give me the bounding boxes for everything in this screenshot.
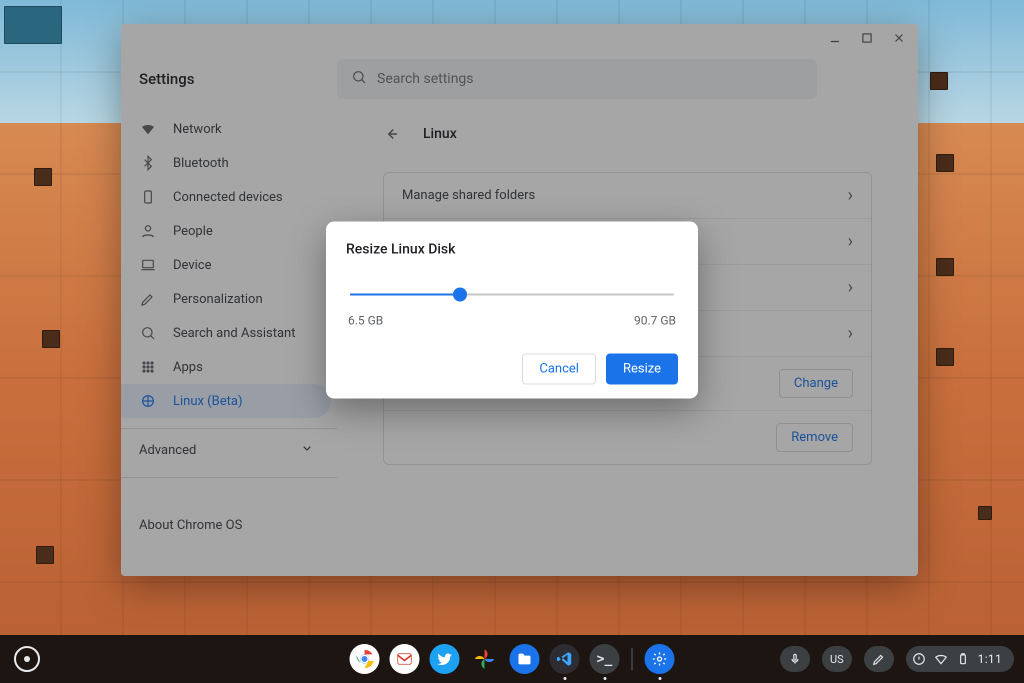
tray-status-area[interactable]: 1:11 bbox=[906, 646, 1014, 672]
shelf-pinned-apps: >_ bbox=[350, 644, 675, 674]
wallpaper-shape bbox=[34, 168, 52, 186]
wallpaper-shape bbox=[936, 258, 954, 276]
launcher-button[interactable] bbox=[14, 646, 40, 672]
app-gmail[interactable] bbox=[390, 644, 420, 674]
slider-max-label: 90.7 GB bbox=[634, 314, 676, 328]
wifi-icon bbox=[934, 652, 948, 666]
app-terminal[interactable]: >_ bbox=[590, 644, 620, 674]
wallpaper-shape bbox=[42, 330, 60, 348]
cancel-button[interactable]: Cancel bbox=[522, 354, 596, 385]
ime-label: US bbox=[830, 653, 844, 666]
wallpaper-shape bbox=[4, 6, 62, 44]
slider-thumb[interactable] bbox=[453, 288, 467, 302]
wallpaper-shape bbox=[36, 546, 54, 564]
wallpaper-shape bbox=[936, 154, 954, 172]
wallpaper-shape bbox=[978, 506, 992, 520]
app-files[interactable] bbox=[510, 644, 540, 674]
app-vscode[interactable] bbox=[550, 644, 580, 674]
app-twitter[interactable] bbox=[430, 644, 460, 674]
shelf-divider bbox=[632, 648, 633, 670]
tray-voice-button[interactable] bbox=[780, 646, 810, 672]
notification-icon bbox=[912, 652, 926, 666]
clock: 1:11 bbox=[978, 652, 1006, 666]
disk-size-slider[interactable] bbox=[350, 284, 674, 306]
app-photos[interactable] bbox=[470, 644, 500, 674]
tray-ime-button[interactable]: US bbox=[822, 646, 852, 672]
resize-button[interactable]: Resize bbox=[606, 354, 678, 385]
wallpaper-shape bbox=[936, 348, 954, 366]
status-tray: US 1:11 bbox=[780, 646, 1014, 672]
app-settings[interactable] bbox=[645, 644, 675, 674]
slider-track-fill bbox=[350, 294, 460, 296]
dialog-title: Resize Linux Disk bbox=[346, 242, 678, 258]
slider-min-label: 6.5 GB bbox=[348, 314, 383, 328]
tray-stylus-button[interactable] bbox=[864, 646, 894, 672]
resize-disk-dialog: Resize Linux Disk 6.5 GB 90.7 GB Cancel … bbox=[326, 222, 698, 399]
battery-icon bbox=[956, 652, 970, 666]
app-chrome[interactable] bbox=[350, 644, 380, 674]
slider-range-labels: 6.5 GB 90.7 GB bbox=[348, 314, 676, 328]
wallpaper-shape bbox=[930, 72, 948, 90]
shelf: >_ US 1:11 bbox=[0, 635, 1024, 683]
